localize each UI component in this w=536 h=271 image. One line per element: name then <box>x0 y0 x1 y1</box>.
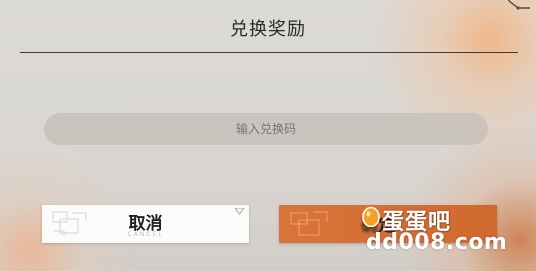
cancel-button-sublabel: CANCEL <box>127 231 164 238</box>
cancel-button[interactable]: 取消 CANCEL <box>42 205 249 243</box>
redeem-reward-dialog: 兑换奖励 取消 CANCEL 确定 <box>0 0 536 271</box>
dialog-title: 兑换奖励 <box>230 19 306 40</box>
corner-ornament-icon <box>508 0 530 10</box>
geometric-pattern-icon <box>290 211 328 236</box>
site-watermark: 蛋蛋吧 dd008.com <box>360 200 536 271</box>
egg-icon <box>362 206 380 227</box>
redeem-code-input[interactable] <box>44 113 488 145</box>
watermark-url: dd008.com <box>366 230 508 255</box>
title-divider <box>20 52 518 53</box>
